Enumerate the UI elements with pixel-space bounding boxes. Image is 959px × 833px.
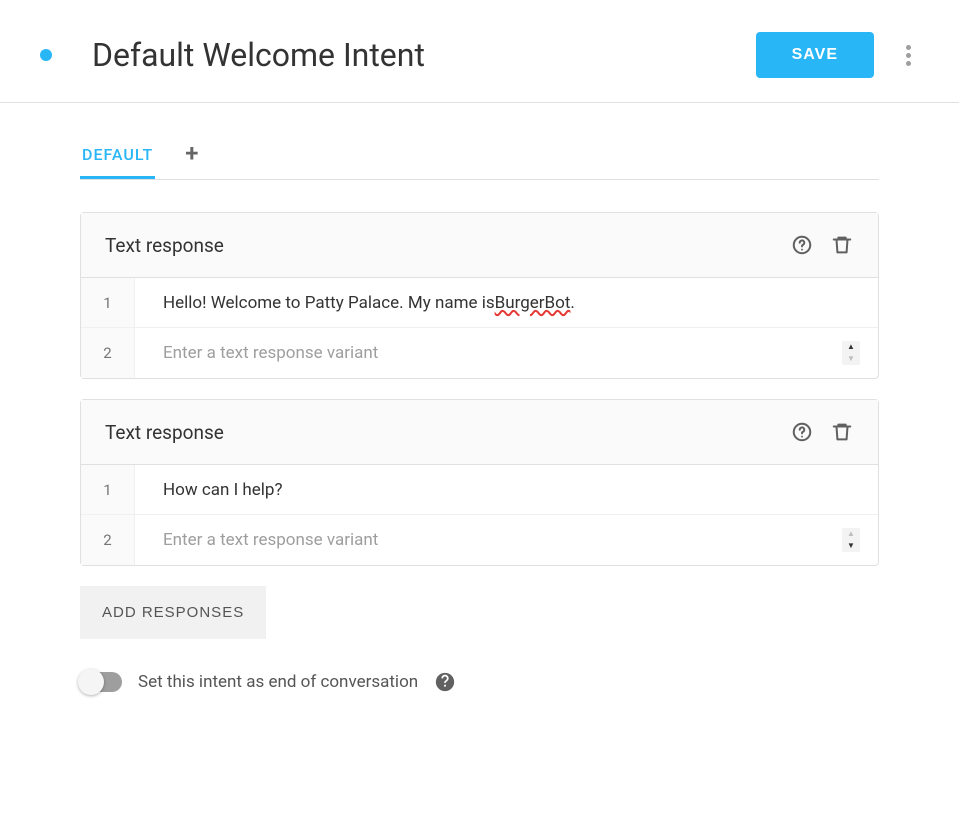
delete-icon[interactable] <box>830 233 854 257</box>
response-text[interactable]: Hello! Welcome to Patty Palace. My name … <box>135 279 878 327</box>
row-stepper[interactable]: ▲ ▼ <box>842 341 860 365</box>
tabs: DEFAULT + <box>80 133 879 180</box>
stepper-up-icon[interactable]: ▲ <box>842 528 860 540</box>
row-number: 1 <box>81 465 135 514</box>
page-title: Default Welcome Intent <box>92 36 756 74</box>
end-of-conversation-row: Set this intent as end of conversation <box>80 671 879 693</box>
stepper-down-icon[interactable]: ▼ <box>842 353 860 365</box>
row-number: 2 <box>81 328 135 378</box>
delete-icon[interactable] <box>830 420 854 444</box>
card-title: Text response <box>105 234 774 257</box>
row-number: 1 <box>81 278 135 327</box>
help-icon[interactable] <box>790 420 814 444</box>
help-icon[interactable] <box>790 233 814 257</box>
status-dot-icon <box>40 49 52 61</box>
end-conversation-label: Set this intent as end of conversation <box>138 672 418 692</box>
response-row[interactable]: 2 Enter a text response variant ▲ ▼ <box>81 515 878 565</box>
stepper-up-icon[interactable]: ▲ <box>842 341 860 353</box>
save-button[interactable]: SAVE <box>756 32 874 78</box>
add-responses-button[interactable]: ADD RESPONSES <box>80 586 266 639</box>
card-title: Text response <box>105 421 774 444</box>
more-options-button[interactable] <box>898 37 919 74</box>
help-icon[interactable] <box>434 671 456 693</box>
response-placeholder[interactable]: Enter a text response variant <box>135 329 842 377</box>
row-number: 2 <box>81 515 135 565</box>
response-row[interactable]: 2 Enter a text response variant ▲ ▼ <box>81 328 878 378</box>
stepper-down-icon[interactable]: ▼ <box>842 540 860 552</box>
end-conversation-toggle[interactable] <box>80 672 122 692</box>
response-card: Text response 1 How can I help? 2 Enter … <box>80 399 879 566</box>
add-tab-button[interactable]: + <box>185 139 198 173</box>
response-text[interactable]: How can I help? <box>135 466 878 514</box>
response-row[interactable]: 1 Hello! Welcome to Patty Palace. My nam… <box>81 278 878 328</box>
response-row[interactable]: 1 How can I help? <box>81 465 878 515</box>
response-placeholder[interactable]: Enter a text response variant <box>135 516 842 564</box>
response-card: Text response 1 Hello! Welcome to Patty … <box>80 212 879 379</box>
row-stepper[interactable]: ▲ ▼ <box>842 528 860 552</box>
tab-default[interactable]: DEFAULT <box>80 133 155 179</box>
